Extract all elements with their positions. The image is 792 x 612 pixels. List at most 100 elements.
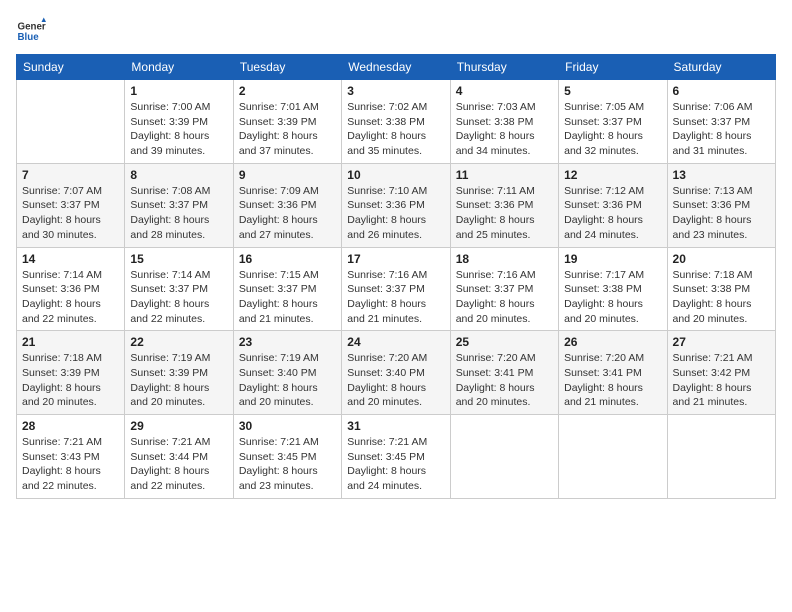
calendar-week-4: 21 Sunrise: 7:18 AM Sunset: 3:39 PM Dayli…	[17, 331, 776, 415]
day-number: 2	[239, 84, 336, 98]
day-number: 7	[22, 168, 119, 182]
calendar-cell: 12Sunrise: 7:12 AM Sunset: 3:36 PM Dayli…	[559, 163, 667, 247]
weekday-sunday: Sunday	[17, 55, 125, 80]
calendar-cell: 10 Sunrise: 7:10 AM Sunset: 3:36 PM Dayli…	[342, 163, 450, 247]
calendar-cell: 13 Sunrise: 7:13 AM Sunset: 3:36 PM Dayli…	[667, 163, 775, 247]
logo: General Blue	[16, 16, 48, 46]
day-number: 6	[673, 84, 770, 98]
day-info: Sunrise: 7:21 AM Sunset: 3:45 PM Dayligh…	[347, 435, 444, 494]
weekday-friday: Friday	[559, 55, 667, 80]
calendar-cell: 22 Sunrise: 7:19 AM Sunset: 3:39 PM Dayli…	[125, 331, 233, 415]
day-number: 28	[22, 419, 119, 433]
calendar-cell: 1 Sunrise: 7:00 AM Sunset: 3:39 PM Daylig…	[125, 80, 233, 164]
weekday-monday: Monday	[125, 55, 233, 80]
calendar-cell: 19 Sunrise: 7:17 AM Sunset: 3:38 PM Dayli…	[559, 247, 667, 331]
weekday-thursday: Thursday	[450, 55, 558, 80]
day-number: 27	[673, 335, 770, 349]
calendar-cell: 7 Sunrise: 7:07 AM Sunset: 3:37 PM Daylig…	[17, 163, 125, 247]
day-number: 25	[456, 335, 553, 349]
day-info: Sunrise: 7:20 AM Sunset: 3:40 PM Dayligh…	[347, 351, 444, 410]
day-info: Sunrise: 7:14 AM Sunset: 3:36 PM Dayligh…	[22, 268, 119, 327]
day-number: 8	[130, 168, 227, 182]
day-info: Sunrise: 7:13 AM Sunset: 3:36 PM Dayligh…	[673, 184, 770, 243]
calendar-cell	[667, 415, 775, 499]
day-info: Sunrise: 7:11 AM Sunset: 3:36 PM Dayligh…	[456, 184, 553, 243]
day-info: Sunrise: 7:20 AM Sunset: 3:41 PM Dayligh…	[564, 351, 661, 410]
calendar-cell: 4Sunrise: 7:03 AM Sunset: 3:38 PM Daylig…	[450, 80, 558, 164]
calendar-cell: 6 Sunrise: 7:06 AM Sunset: 3:37 PM Daylig…	[667, 80, 775, 164]
weekday-saturday: Saturday	[667, 55, 775, 80]
day-number: 29	[130, 419, 227, 433]
day-info: Sunrise: 7:21 AM Sunset: 3:42 PM Dayligh…	[673, 351, 770, 410]
day-info: Sunrise: 7:17 AM Sunset: 3:38 PM Dayligh…	[564, 268, 661, 327]
day-number: 22	[130, 335, 227, 349]
calendar-table: SundayMondayTuesdayWednesdayThursdayFrid…	[16, 54, 776, 499]
day-number: 15	[130, 252, 227, 266]
day-info: Sunrise: 7:08 AM Sunset: 3:37 PM Dayligh…	[130, 184, 227, 243]
calendar-cell: 14 Sunrise: 7:14 AM Sunset: 3:36 PM Dayli…	[17, 247, 125, 331]
day-info: Sunrise: 7:18 AM Sunset: 3:39 PM Dayligh…	[22, 351, 119, 410]
day-number: 3	[347, 84, 444, 98]
day-number: 10	[347, 168, 444, 182]
calendar-cell: 11Sunrise: 7:11 AM Sunset: 3:36 PM Dayli…	[450, 163, 558, 247]
calendar-cell: 15 Sunrise: 7:14 AM Sunset: 3:37 PM Dayli…	[125, 247, 233, 331]
day-number: 13	[673, 168, 770, 182]
svg-text:General: General	[18, 22, 47, 33]
day-number: 31	[347, 419, 444, 433]
svg-text:Blue: Blue	[18, 32, 40, 43]
calendar-cell: 26 Sunrise: 7:20 AM Sunset: 3:41 PM Dayli…	[559, 331, 667, 415]
calendar-cell: 29 Sunrise: 7:21 AM Sunset: 3:44 PM Dayli…	[125, 415, 233, 499]
calendar-cell: 3 Sunrise: 7:02 AM Sunset: 3:38 PM Daylig…	[342, 80, 450, 164]
calendar-cell	[17, 80, 125, 164]
day-info: Sunrise: 7:02 AM Sunset: 3:38 PM Dayligh…	[347, 100, 444, 159]
day-info: Sunrise: 7:03 AM Sunset: 3:38 PM Dayligh…	[456, 100, 553, 159]
day-info: Sunrise: 7:19 AM Sunset: 3:40 PM Dayligh…	[239, 351, 336, 410]
day-info: Sunrise: 7:14 AM Sunset: 3:37 PM Dayligh…	[130, 268, 227, 327]
day-info: Sunrise: 7:06 AM Sunset: 3:37 PM Dayligh…	[673, 100, 770, 159]
day-number: 26	[564, 335, 661, 349]
calendar-cell: 18Sunrise: 7:16 AM Sunset: 3:37 PM Dayli…	[450, 247, 558, 331]
calendar-week-2: 7 Sunrise: 7:07 AM Sunset: 3:37 PM Daylig…	[17, 163, 776, 247]
day-info: Sunrise: 7:16 AM Sunset: 3:37 PM Dayligh…	[456, 268, 553, 327]
day-info: Sunrise: 7:10 AM Sunset: 3:36 PM Dayligh…	[347, 184, 444, 243]
day-info: Sunrise: 7:19 AM Sunset: 3:39 PM Dayligh…	[130, 351, 227, 410]
day-info: Sunrise: 7:21 AM Sunset: 3:44 PM Dayligh…	[130, 435, 227, 494]
calendar-cell: 28 Sunrise: 7:21 AM Sunset: 3:43 PM Dayli…	[17, 415, 125, 499]
day-info: Sunrise: 7:00 AM Sunset: 3:39 PM Dayligh…	[130, 100, 227, 159]
day-number: 24	[347, 335, 444, 349]
day-number: 20	[673, 252, 770, 266]
day-number: 5	[564, 84, 661, 98]
calendar-cell: 31 Sunrise: 7:21 AM Sunset: 3:45 PM Dayli…	[342, 415, 450, 499]
weekday-header-row: SundayMondayTuesdayWednesdayThursdayFrid…	[17, 55, 776, 80]
day-number: 19	[564, 252, 661, 266]
day-number: 1	[130, 84, 227, 98]
weekday-wednesday: Wednesday	[342, 55, 450, 80]
weekday-tuesday: Tuesday	[233, 55, 341, 80]
day-number: 14	[22, 252, 119, 266]
calendar-cell: 2Sunrise: 7:01 AM Sunset: 3:39 PM Daylig…	[233, 80, 341, 164]
day-info: Sunrise: 7:07 AM Sunset: 3:37 PM Dayligh…	[22, 184, 119, 243]
calendar-cell: 30 Sunrise: 7:21 AM Sunset: 3:45 PM Dayli…	[233, 415, 341, 499]
calendar-cell: 21 Sunrise: 7:18 AM Sunset: 3:39 PM Dayli…	[17, 331, 125, 415]
day-info: Sunrise: 7:05 AM Sunset: 3:37 PM Dayligh…	[564, 100, 661, 159]
day-info: Sunrise: 7:20 AM Sunset: 3:41 PM Dayligh…	[456, 351, 553, 410]
calendar-cell: 8 Sunrise: 7:08 AM Sunset: 3:37 PM Daylig…	[125, 163, 233, 247]
day-info: Sunrise: 7:16 AM Sunset: 3:37 PM Dayligh…	[347, 268, 444, 327]
calendar-week-3: 14 Sunrise: 7:14 AM Sunset: 3:36 PM Dayli…	[17, 247, 776, 331]
calendar-cell: 23 Sunrise: 7:19 AM Sunset: 3:40 PM Dayli…	[233, 331, 341, 415]
calendar-week-1: 1 Sunrise: 7:00 AM Sunset: 3:39 PM Daylig…	[17, 80, 776, 164]
calendar-cell: 5 Sunrise: 7:05 AM Sunset: 3:37 PM Daylig…	[559, 80, 667, 164]
calendar-cell: 25 Sunrise: 7:20 AM Sunset: 3:41 PM Dayli…	[450, 331, 558, 415]
page-header: General Blue	[16, 16, 776, 46]
day-number: 30	[239, 419, 336, 433]
day-number: 21	[22, 335, 119, 349]
day-number: 9	[239, 168, 336, 182]
day-info: Sunrise: 7:18 AM Sunset: 3:38 PM Dayligh…	[673, 268, 770, 327]
calendar-cell	[559, 415, 667, 499]
calendar-cell: 24 Sunrise: 7:20 AM Sunset: 3:40 PM Dayli…	[342, 331, 450, 415]
calendar-cell: 17Sunrise: 7:16 AM Sunset: 3:37 PM Dayli…	[342, 247, 450, 331]
calendar-cell: 9Sunrise: 7:09 AM Sunset: 3:36 PM Daylig…	[233, 163, 341, 247]
day-info: Sunrise: 7:21 AM Sunset: 3:45 PM Dayligh…	[239, 435, 336, 494]
day-info: Sunrise: 7:21 AM Sunset: 3:43 PM Dayligh…	[22, 435, 119, 494]
day-number: 23	[239, 335, 336, 349]
